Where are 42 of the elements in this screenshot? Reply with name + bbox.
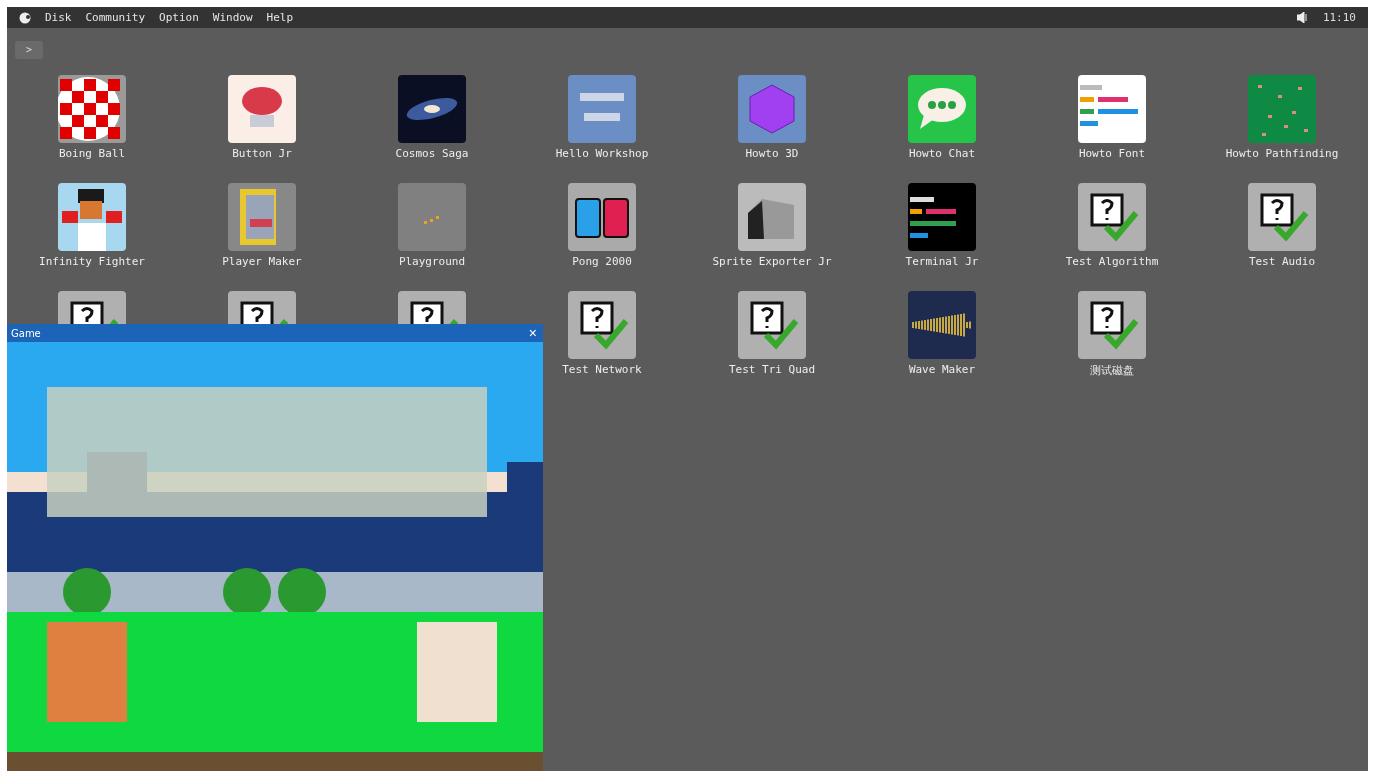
app-label: Infinity Fighter <box>39 254 145 268</box>
test-app-icon[interactable] <box>1078 290 1146 359</box>
app-icon[interactable] <box>398 74 466 143</box>
app-label: Test Algorithm <box>1065 254 1159 268</box>
app-label: Playground <box>398 254 466 268</box>
window-title: Game <box>11 327 41 339</box>
app-label: 测试磁盘 <box>1090 362 1134 378</box>
app-label: Boing Ball <box>58 146 126 160</box>
menu-item[interactable]: Community <box>85 11 146 24</box>
app-label: Player Maker <box>222 254 302 268</box>
menu-item[interactable]: Disk <box>45 11 72 24</box>
app-label: Terminal Jr <box>905 254 979 268</box>
logo-icon[interactable] <box>19 11 31 24</box>
clock: 11:10 <box>1322 11 1356 24</box>
app-icon[interactable] <box>738 182 806 251</box>
menu-item[interactable]: Option <box>159 11 199 24</box>
app-label: Pong 2000 <box>572 254 632 268</box>
app-label: Howto Pathfinding <box>1225 146 1339 160</box>
app-label: Howto 3D <box>745 146 799 160</box>
test-app-icon[interactable] <box>1078 182 1146 251</box>
menu-item[interactable]: Window <box>212 11 253 24</box>
test-app-icon[interactable] <box>1248 182 1316 251</box>
app-label: Test Tri Quad <box>728 362 816 376</box>
app-label: Hello Workshop <box>555 146 649 160</box>
app-label: Wave Maker <box>908 362 976 376</box>
close-button[interactable]: × <box>526 326 539 340</box>
speaker-icon[interactable] <box>1296 12 1309 23</box>
app-label: Button Jr <box>232 146 292 160</box>
app-label: Sprite Exporter Jr <box>712 254 832 268</box>
test-app-icon[interactable] <box>738 290 806 359</box>
app-icon[interactable] <box>568 182 636 251</box>
app-icon[interactable] <box>908 182 976 251</box>
app-label: Howto Font <box>1078 146 1146 160</box>
toggle-button[interactable]: > <box>15 40 43 59</box>
test-app-icon[interactable] <box>568 290 636 359</box>
app-icon[interactable] <box>58 182 126 251</box>
app-label: Cosmos Saga <box>395 146 469 160</box>
app-label: Howto Chat <box>908 146 976 160</box>
menu-item[interactable]: Help <box>266 11 294 24</box>
app-icon[interactable] <box>908 290 976 359</box>
app-label: Test Network <box>562 362 642 376</box>
app-label: Test Audio <box>1248 254 1316 268</box>
